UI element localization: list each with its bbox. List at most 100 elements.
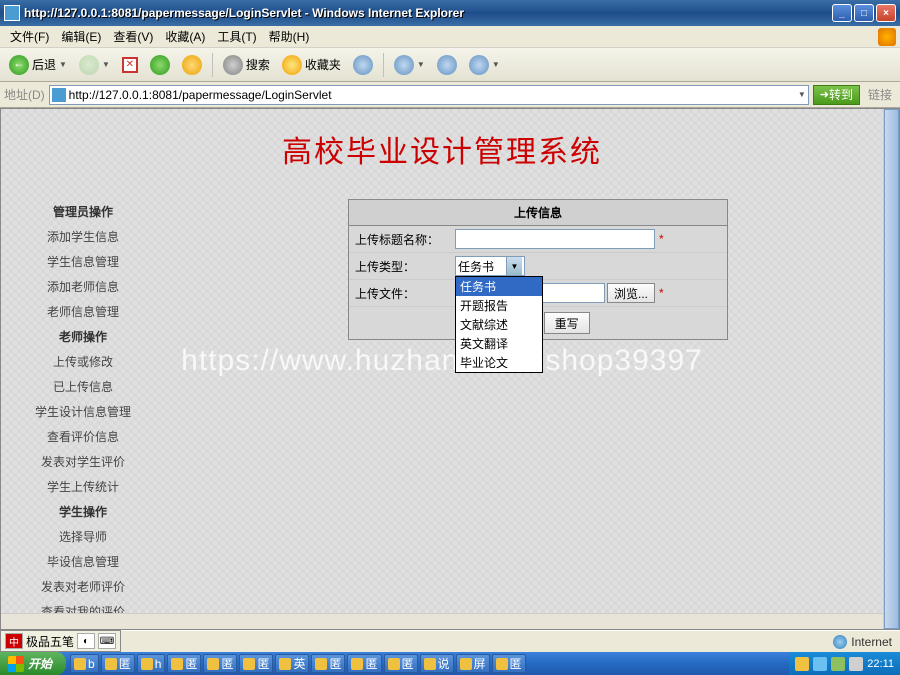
taskbar-item[interactable]: 匿	[167, 654, 201, 673]
dropdown-option[interactable]: 毕业论文	[456, 353, 542, 372]
ime-bar[interactable]: 中 极品五笔 ◐ ⌨	[0, 630, 121, 652]
sidebar-item[interactable]: 已上传信息	[13, 374, 153, 399]
maximize-button[interactable]: □	[854, 4, 874, 22]
address-input-wrapper[interactable]: ▼	[49, 85, 809, 105]
address-input[interactable]	[69, 88, 798, 102]
forward-button[interactable]: ▼	[74, 52, 115, 78]
stop-button[interactable]: ✕	[117, 52, 143, 78]
ime-keyboard-icon[interactable]: ⌨	[98, 633, 116, 649]
start-button[interactable]: 开始	[0, 652, 66, 675]
dropdown-option[interactable]: 任务书	[456, 277, 542, 296]
tray-icon[interactable]	[795, 657, 809, 671]
sidebar-item[interactable]: 学生上传统计	[13, 474, 153, 499]
system-tray[interactable]: 22:11	[789, 652, 900, 675]
taskbar-item[interactable]: 说	[420, 654, 454, 673]
required-mark: *	[659, 286, 664, 300]
chevron-down-icon: ▼	[102, 60, 110, 69]
taskbar-item[interactable]: 英	[275, 654, 309, 673]
title-input[interactable]	[455, 229, 655, 249]
label-title: 上传标题名称：	[355, 231, 455, 248]
dropdown-option[interactable]: 英文翻译	[456, 334, 542, 353]
favorites-button[interactable]: 收藏夹	[277, 52, 346, 78]
mail-button[interactable]: ▼	[389, 52, 430, 78]
dropdown-option[interactable]: 开题报告	[456, 296, 542, 315]
print-button[interactable]	[432, 52, 462, 78]
msn-icon[interactable]	[878, 28, 896, 46]
menu-file[interactable]: 文件(F)	[4, 28, 55, 45]
type-dropdown[interactable]: 任务书开题报告文献综述英文翻译毕业论文	[455, 276, 543, 373]
browse-button[interactable]: 浏览...	[607, 283, 655, 303]
menu-edit[interactable]: 编辑(E)	[55, 28, 107, 45]
sidebar-item[interactable]: 添加学生信息	[13, 224, 153, 249]
type-select[interactable]: 任务书 ▼ 任务书开题报告文献综述英文翻译毕业论文	[455, 256, 525, 276]
dropdown-option[interactable]: 文献综述	[456, 315, 542, 334]
forward-icon	[79, 55, 99, 75]
sidebar-item[interactable]: 毕设信息管理	[13, 549, 153, 574]
edit-button[interactable]: ▼	[464, 52, 505, 78]
horizontal-scrollbar[interactable]	[1, 613, 883, 629]
vertical-scrollbar[interactable]	[883, 109, 899, 629]
tray-icon[interactable]	[849, 657, 863, 671]
taskbar-item[interactable]: 匿	[203, 654, 237, 673]
status-bar: Internet	[0, 630, 900, 652]
chevron-down-icon[interactable]: ▼	[506, 257, 522, 275]
toolbar: 后退 ▼ ▼ ✕ 搜索 收藏夹 ▼ ▼	[0, 48, 900, 82]
sidebar-item[interactable]: 学生设计信息管理	[13, 399, 153, 424]
label-file: 上传文件：	[355, 285, 455, 302]
taskbar-item[interactable]: 匿	[239, 654, 273, 673]
sidebar-item[interactable]: 发表对老师评价	[13, 574, 153, 599]
mail-icon	[394, 55, 414, 75]
sidebar-item[interactable]: 上传或修改	[13, 349, 153, 374]
search-button[interactable]: 搜索	[218, 52, 275, 78]
taskbar-item[interactable]: h	[137, 654, 166, 673]
sidebar-item[interactable]: 老师信息管理	[13, 299, 153, 324]
menu-help[interactable]: 帮助(H)	[263, 28, 316, 45]
menu-view[interactable]: 查看(V)	[107, 28, 159, 45]
reset-button[interactable]: 重写	[544, 312, 590, 334]
tray-icon[interactable]	[831, 657, 845, 671]
chevron-down-icon: ▼	[59, 60, 67, 69]
label-type: 上传类型：	[355, 258, 455, 275]
close-button[interactable]: ×	[876, 4, 896, 22]
search-icon	[223, 55, 243, 75]
ime-cn-indicator[interactable]: 中	[5, 633, 23, 649]
taskbar-item[interactable]: b	[70, 654, 99, 673]
sidebar-item[interactable]: 学生信息管理	[13, 249, 153, 274]
windows-logo-icon	[8, 656, 24, 672]
security-zone: Internet	[833, 635, 892, 649]
taskbar-item[interactable]: 匿	[492, 654, 526, 673]
sidebar-item[interactable]: 选择导师	[13, 524, 153, 549]
links-label[interactable]: 链接	[864, 86, 896, 103]
minimize-button[interactable]: _	[832, 4, 852, 22]
print-icon	[437, 55, 457, 75]
clock[interactable]: 22:11	[867, 658, 894, 670]
taskbar-item[interactable]: 匿	[384, 654, 418, 673]
address-label: 地址(D)	[4, 86, 45, 103]
sidebar-group-header: 老师操作	[13, 324, 153, 349]
taskbar-item[interactable]: 匿	[101, 654, 135, 673]
history-button[interactable]	[348, 52, 378, 78]
back-button[interactable]: 后退 ▼	[4, 52, 72, 78]
sidebar: 管理员操作添加学生信息学生信息管理添加老师信息老师信息管理老师操作上传或修改已上…	[13, 199, 153, 630]
stop-icon: ✕	[122, 57, 138, 73]
ime-mode-icon[interactable]: ◐	[77, 633, 95, 649]
menu-bar: 文件(F) 编辑(E) 查看(V) 收藏(A) 工具(T) 帮助(H)	[0, 26, 900, 48]
taskbar-item[interactable]: 匿	[347, 654, 381, 673]
sidebar-item[interactable]: 添加老师信息	[13, 274, 153, 299]
refresh-icon	[150, 55, 170, 75]
go-button[interactable]: ➜ 转到	[813, 85, 860, 105]
taskbar-item[interactable]: 屏	[456, 654, 490, 673]
refresh-button[interactable]	[145, 52, 175, 78]
menu-tools[interactable]: 工具(T)	[211, 28, 262, 45]
sidebar-item[interactable]: 发表对学生评价	[13, 449, 153, 474]
chevron-down-icon[interactable]: ▼	[798, 90, 806, 99]
ime-name: 极品五笔	[26, 633, 74, 650]
home-icon	[182, 55, 202, 75]
tray-icon[interactable]	[813, 657, 827, 671]
internet-zone-icon	[833, 635, 847, 649]
home-button[interactable]	[177, 52, 207, 78]
taskbar-item[interactable]: 匿	[311, 654, 345, 673]
address-bar: 地址(D) ▼ ➜ 转到 链接	[0, 82, 900, 108]
menu-favorites[interactable]: 收藏(A)	[159, 28, 211, 45]
sidebar-item[interactable]: 查看评价信息	[13, 424, 153, 449]
